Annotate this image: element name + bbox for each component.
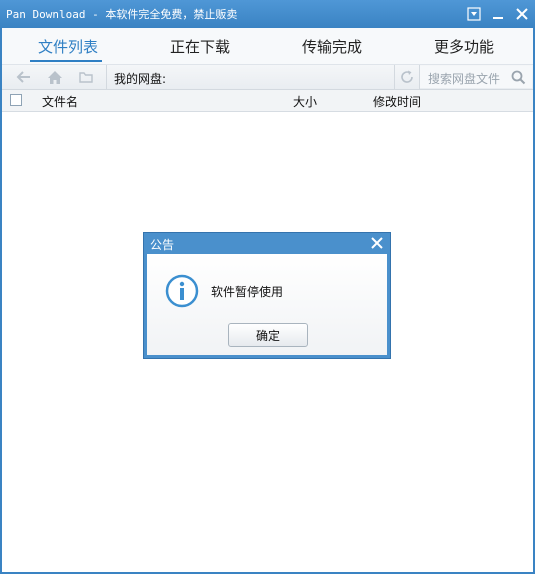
info-icon	[165, 274, 199, 308]
search-icon	[511, 70, 525, 84]
announcement-dialog: 公告 软件暂停使用 确定	[143, 232, 391, 359]
path-label: 我的网盘:	[114, 72, 167, 86]
close-button[interactable]	[513, 5, 531, 23]
close-icon	[371, 237, 383, 249]
dropdown-menu-icon	[467, 7, 481, 21]
menu-dropdown-button[interactable]	[465, 5, 483, 23]
ok-button[interactable]: 确定	[228, 323, 308, 347]
refresh-icon	[401, 70, 413, 83]
tab-bar: 文件列表 正在下载 传输完成 更多功能	[2, 28, 533, 64]
dialog-message: 软件暂停使用	[211, 285, 284, 299]
back-arrow-icon	[16, 71, 30, 83]
home-button[interactable]	[45, 68, 65, 86]
tab-file-list[interactable]: 文件列表	[2, 28, 134, 64]
nav-separator	[106, 65, 107, 89]
tab-completed[interactable]: 传输完成	[266, 28, 398, 64]
dialog-title: 公告	[150, 238, 175, 252]
minimize-button[interactable]	[489, 5, 507, 23]
search-input[interactable]: 搜索网盘文件	[420, 66, 532, 88]
back-button[interactable]	[14, 68, 34, 86]
nav-separator	[394, 65, 395, 89]
window-title: Pan Download - 本软件完全免费，禁止贩卖	[6, 8, 238, 21]
column-modified-time[interactable]: 修改时间	[373, 93, 421, 110]
column-size[interactable]: 大小	[293, 93, 317, 110]
column-filename[interactable]: 文件名	[42, 93, 78, 110]
tab-more-features[interactable]: 更多功能	[398, 28, 530, 64]
tab-downloading[interactable]: 正在下载	[134, 28, 266, 64]
minimize-icon	[493, 17, 503, 19]
refresh-button[interactable]	[397, 68, 417, 86]
title-bar[interactable]: Pan Download - 本软件完全免费，禁止贩卖	[0, 0, 535, 28]
folder-button[interactable]	[76, 68, 96, 86]
dialog-close-button[interactable]	[369, 235, 385, 251]
app-window: Pan Download - 本软件完全免费，禁止贩卖 文件列表 正在下载 传输…	[0, 0, 535, 574]
search-button[interactable]	[508, 68, 528, 86]
search-placeholder: 搜索网盘文件	[428, 72, 501, 86]
navigation-bar: 我的网盘: 搜索网盘文件	[2, 64, 533, 90]
active-tab-indicator	[30, 60, 102, 62]
dialog-body: 软件暂停使用 确定	[147, 254, 387, 355]
select-all-checkbox[interactable]	[10, 94, 22, 106]
folder-icon	[79, 72, 93, 83]
close-icon	[516, 8, 528, 20]
home-icon	[48, 70, 62, 84]
file-list-header: 文件名 大小 修改时间	[2, 90, 533, 112]
